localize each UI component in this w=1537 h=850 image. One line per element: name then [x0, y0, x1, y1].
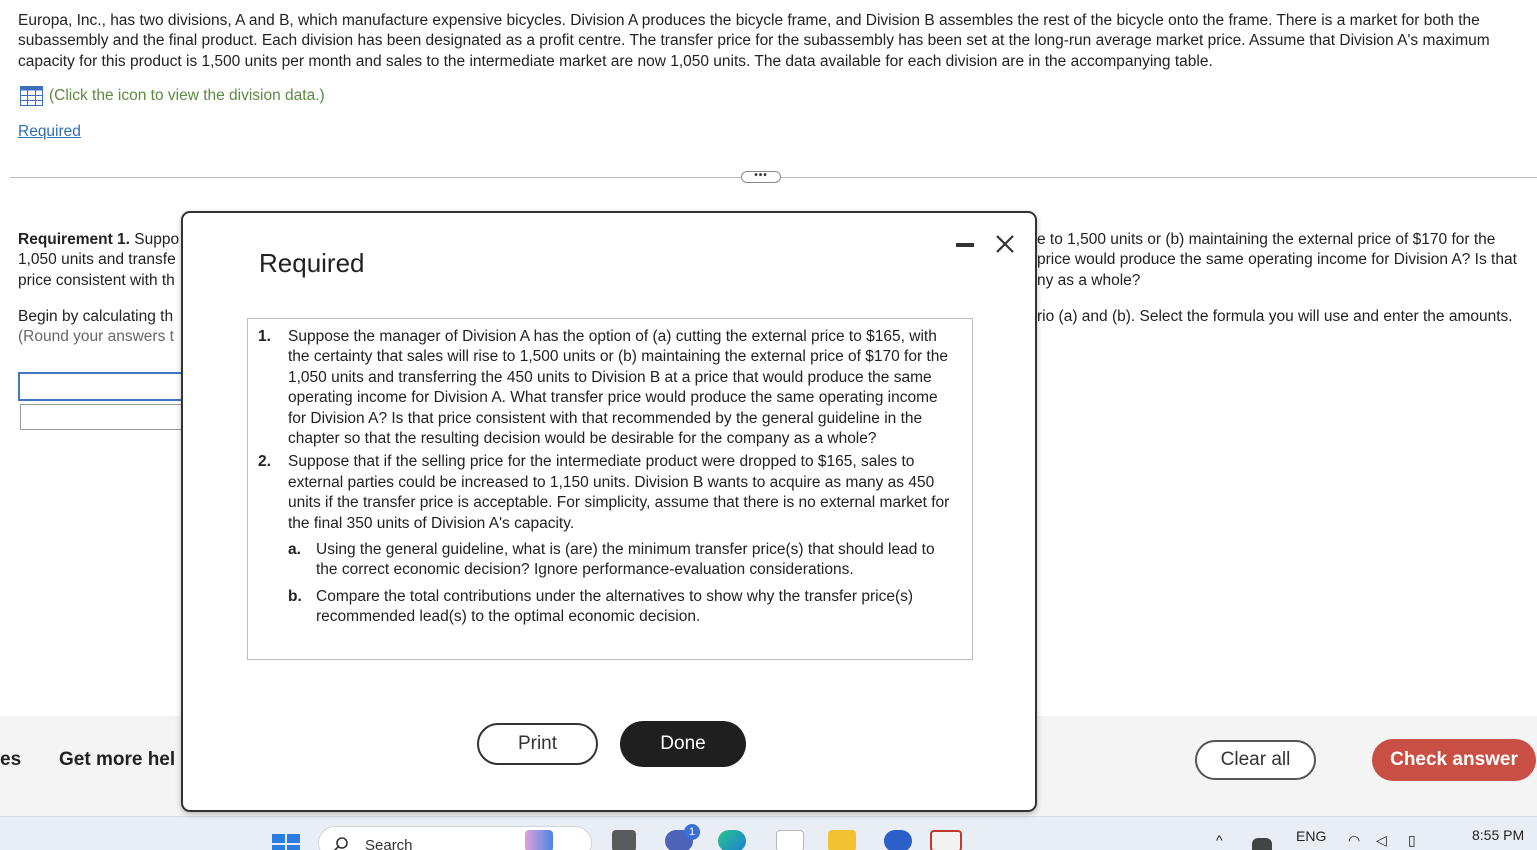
requirements-box: 1. Suppose the manager of Division A has… — [247, 318, 973, 660]
edge-browser-icon[interactable] — [718, 830, 746, 850]
get-more-help-link[interactable]: Get more hel — [59, 749, 175, 771]
round-instruction: (Round your answers t — [18, 328, 174, 345]
cloud-icon[interactable] — [1252, 838, 1272, 850]
requirement-2b-letter: b. — [288, 587, 302, 605]
requirement-2b-text: Compare the total contributions under th… — [316, 587, 914, 626]
division-data-link-label[interactable]: (Click the icon to view the division dat… — [49, 87, 325, 105]
clock[interactable]: 8:55 PM — [1472, 827, 1524, 843]
required-link[interactable]: Required — [18, 123, 81, 141]
notification-badge: 1 — [684, 824, 700, 840]
begin-instruction: Begin by calculating th — [18, 308, 174, 325]
dialog-title: Required — [259, 248, 365, 278]
requirement-2a-letter: a. — [288, 541, 301, 559]
requirement-2: 2. Suppose that if the selling price for… — [258, 452, 958, 627]
begin-instruction-right: rio (a) and (b). Select the formula you … — [1037, 308, 1513, 325]
close-icon[interactable] — [994, 233, 1016, 255]
language-indicator[interactable]: ENG — [1296, 828, 1326, 844]
battery-icon[interactable]: ▯ — [1408, 832, 1416, 849]
requirement-1-number: 1. — [258, 328, 271, 345]
print-button[interactable]: Print — [477, 723, 598, 765]
store-icon[interactable] — [776, 830, 804, 850]
folder-icon[interactable] — [828, 830, 856, 850]
requirement-2-number: 2. — [258, 453, 271, 471]
requirement-1: 1. Suppose the manager of Division A has… — [258, 327, 958, 449]
search-icon — [333, 837, 348, 850]
volume-icon[interactable]: ◁ — [1376, 832, 1387, 849]
requirement-1-line-2: 1,050 units and transfe — [18, 251, 176, 268]
done-button[interactable]: Done — [620, 721, 746, 767]
chevron-up-icon[interactable]: ^ — [1216, 832, 1223, 848]
requirement-2-text: Suppose that if the selling price for th… — [288, 453, 950, 532]
problem-intro: Europa, Inc., has two divisions, A and B… — [18, 12, 1490, 70]
requirement-2a: a. Using the general guideline, what is … — [288, 540, 958, 581]
required-dialog: Required 1. Suppose the manager of Divis… — [181, 211, 1037, 812]
requirement-1-line-3: price consistent with th — [18, 272, 175, 289]
amount-input[interactable] — [20, 404, 188, 430]
chrome-profile-icon[interactable] — [884, 830, 912, 850]
requirement-1-right-line-2: price would produce the same operating i… — [1037, 251, 1517, 268]
file-icon[interactable] — [612, 830, 636, 850]
requirement-2a-text: Using the general guideline, what is (ar… — [316, 541, 935, 579]
formula-select-input[interactable] — [18, 372, 188, 401]
snipping-tool-icon[interactable] — [930, 830, 962, 850]
requirement-1-line-1: Requirement 1. Suppo — [18, 231, 180, 248]
requirement-2b: b. Compare the total contributions under… — [288, 587, 958, 628]
bottom-bar-left-fragment[interactable]: es — [0, 749, 21, 771]
clear-all-button[interactable]: Clear all — [1195, 740, 1316, 780]
check-answer-button[interactable]: Check answer — [1372, 739, 1536, 781]
requirement-1-right-line-3: ny as a whole? — [1037, 272, 1141, 289]
more-options-pill[interactable]: ••• — [741, 171, 781, 183]
requirement-1-right-line-1: e to 1,500 units or (b) maintaining the … — [1037, 231, 1496, 248]
requirement-1-text: Suppose the manager of Division A has th… — [288, 328, 948, 448]
page: Europa, Inc., has two divisions, A and B… — [0, 0, 1537, 850]
windows-start-icon[interactable] — [272, 832, 302, 850]
copilot-icon[interactable] — [525, 830, 553, 850]
minimize-icon[interactable] — [956, 243, 974, 247]
division-data-link[interactable]: (Click the icon to view the division dat… — [20, 86, 325, 106]
table-icon[interactable] — [20, 86, 43, 106]
wifi-icon[interactable]: ◠ — [1348, 832, 1360, 849]
